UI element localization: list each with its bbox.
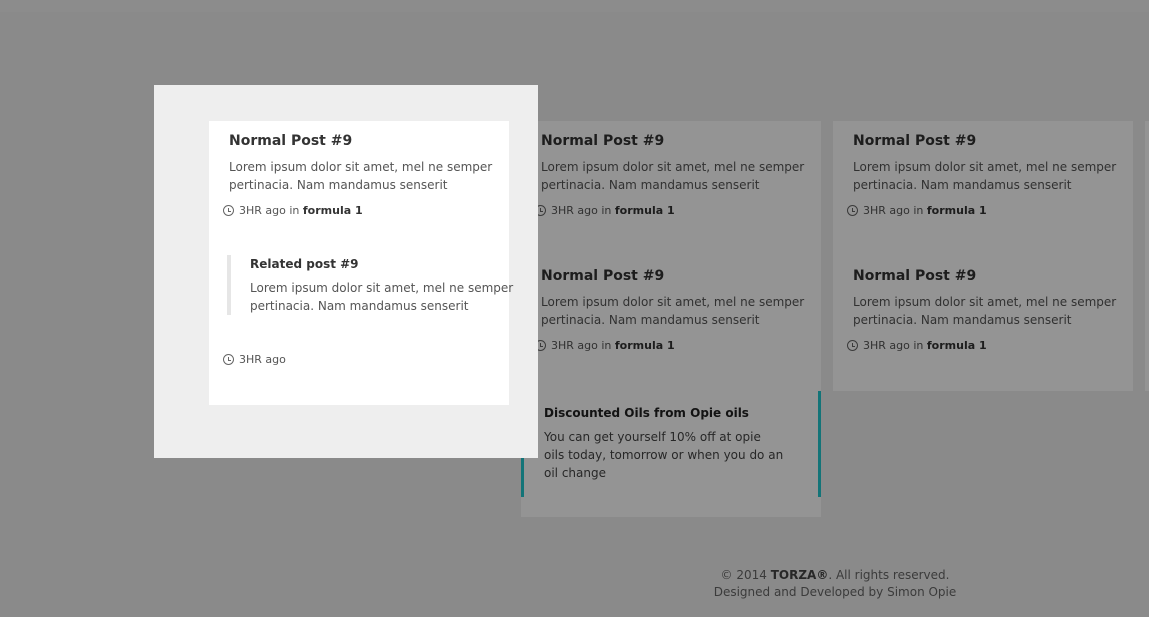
post-meta: 3HR ago in formula 1	[223, 204, 363, 218]
related-post-time: 3HR ago	[239, 353, 286, 366]
highlighted-post-card[interactable]: Normal Post #9 Lorem ipsum dolor sit ame…	[209, 121, 513, 405]
related-post-excerpt: Lorem ipsum dolor sit amet, mel ne sempe…	[250, 281, 514, 313]
related-post[interactable]: Related post #9 Lorem ipsum dolor sit am…	[227, 255, 520, 315]
clock-icon	[223, 354, 234, 365]
post-title[interactable]: Normal Post #9	[229, 131, 499, 151]
post-category-link[interactable]: formula 1	[303, 204, 363, 217]
post-time: 3HR ago in	[239, 204, 300, 217]
post-excerpt: Lorem ipsum dolor sit amet, mel ne sempe…	[229, 160, 493, 192]
spotlight-frame: Normal Post #9 Lorem ipsum dolor sit ame…	[154, 85, 538, 458]
post-item[interactable]: Normal Post #9 Lorem ipsum dolor sit ame…	[223, 131, 499, 217]
related-post-meta: 3HR ago	[223, 353, 286, 367]
related-post-title[interactable]: Related post #9	[250, 255, 520, 273]
clock-icon	[223, 205, 234, 216]
